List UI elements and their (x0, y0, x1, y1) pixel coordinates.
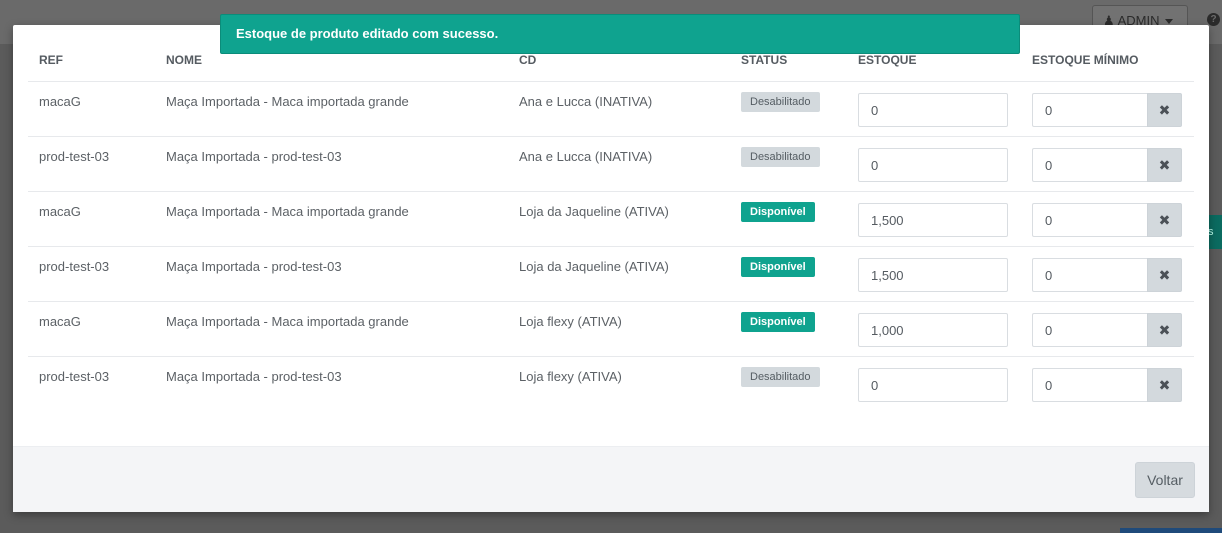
status-badge: Desabilitado (741, 92, 820, 112)
estoque-minimo-input[interactable] (1032, 148, 1148, 182)
header-estoque-minimo: ESTOQUE MÍNIMO (1032, 53, 1139, 67)
clear-minimo-button[interactable]: ✖ (1147, 258, 1182, 292)
close-icon: ✖ (1158, 102, 1171, 118)
status-badge: Disponível (741, 202, 815, 222)
cell-cd: Loja da Jaqueline (ATIVA) (519, 204, 669, 219)
cell-cd: Ana e Lucca (INATIVA) (519, 94, 653, 109)
cell-nome: Maça Importada - Maca importada grande (166, 314, 409, 329)
cell-cd: Ana e Lucca (INATIVA) (519, 149, 653, 164)
cell-nome: Maça Importada - Maca importada grande (166, 204, 409, 219)
backdrop-bottom-strip (1120, 528, 1222, 533)
estoque-input[interactable] (858, 203, 1008, 237)
cell-ref: prod-test-03 (39, 259, 110, 274)
close-icon: ✖ (1158, 322, 1171, 338)
stock-modal: REF NOME CD STATUS ESTOQUE ESTOQUE MÍNIM… (13, 25, 1209, 512)
status-badge: Disponível (741, 257, 815, 277)
header-cd: CD (519, 53, 537, 67)
clear-minimo-button[interactable]: ✖ (1147, 368, 1182, 402)
cell-nome: Maça Importada - prod-test-03 (166, 369, 342, 384)
estoque-input[interactable] (858, 313, 1008, 347)
table-row: prod-test-03 Maça Importada - prod-test-0… (28, 137, 1194, 192)
backdrop-green-button: s (1208, 215, 1222, 249)
close-icon: ✖ (1158, 212, 1171, 228)
toast-message: Estoque de produto editado com sucesso. (236, 26, 499, 41)
cell-ref: macaG (39, 204, 81, 219)
clear-minimo-button[interactable]: ✖ (1147, 93, 1182, 127)
stock-table: REF NOME CD STATUS ESTOQUE ESTOQUE MÍNIM… (28, 45, 1194, 412)
status-badge: Disponível (741, 312, 815, 332)
estoque-input[interactable] (858, 93, 1008, 127)
success-toast: Estoque de produto editado com sucesso. (220, 14, 1020, 54)
close-icon: ✖ (1158, 377, 1171, 393)
header-ref: REF (39, 53, 63, 67)
header-nome: NOME (166, 53, 202, 67)
estoque-input[interactable] (858, 148, 1008, 182)
estoque-minimo-input[interactable] (1032, 258, 1148, 292)
cell-ref: prod-test-03 (39, 369, 110, 384)
cell-ref: prod-test-03 (39, 149, 110, 164)
cell-ref: macaG (39, 94, 81, 109)
cell-cd: Loja flexy (ATIVA) (519, 369, 622, 384)
modal-body: REF NOME CD STATUS ESTOQUE ESTOQUE MÍNIM… (13, 25, 1209, 446)
voltar-button[interactable]: Voltar (1135, 462, 1195, 498)
table-row: macaG Maça Importada - Maca importada gra… (28, 302, 1194, 357)
estoque-input[interactable] (858, 258, 1008, 292)
table-row: macaG Maça Importada - Maca importada gra… (28, 192, 1194, 247)
table-row: prod-test-03 Maça Importada - prod-test-0… (28, 247, 1194, 302)
estoque-minimo-input[interactable] (1032, 313, 1148, 347)
table-row: prod-test-03 Maça Importada - prod-test-0… (28, 357, 1194, 412)
table-body: macaG Maça Importada - Maca importada gra… (28, 82, 1194, 412)
clear-minimo-button[interactable]: ✖ (1147, 148, 1182, 182)
cell-nome: Maça Importada - prod-test-03 (166, 259, 342, 274)
estoque-minimo-input[interactable] (1032, 203, 1148, 237)
close-icon: ✖ (1158, 157, 1171, 173)
estoque-minimo-input[interactable] (1032, 368, 1148, 402)
cell-nome: Maça Importada - Maca importada grande (166, 94, 409, 109)
header-estoque: ESTOQUE (858, 53, 917, 67)
cell-cd: Loja flexy (ATIVA) (519, 314, 622, 329)
estoque-minimo-input[interactable] (1032, 93, 1148, 127)
cell-cd: Loja da Jaqueline (ATIVA) (519, 259, 669, 274)
table-row: macaG Maça Importada - Maca importada gra… (28, 82, 1194, 137)
estoque-input[interactable] (858, 368, 1008, 402)
modal-footer: Voltar (13, 446, 1209, 512)
clear-minimo-button[interactable]: ✖ (1147, 313, 1182, 347)
cell-ref: macaG (39, 314, 81, 329)
status-badge: Desabilitado (741, 367, 820, 387)
cell-nome: Maça Importada - prod-test-03 (166, 149, 342, 164)
header-status: STATUS (741, 53, 788, 67)
clear-minimo-button[interactable]: ✖ (1147, 203, 1182, 237)
status-badge: Desabilitado (741, 147, 820, 167)
close-icon: ✖ (1158, 267, 1171, 283)
caret-down-icon (1165, 19, 1174, 25)
